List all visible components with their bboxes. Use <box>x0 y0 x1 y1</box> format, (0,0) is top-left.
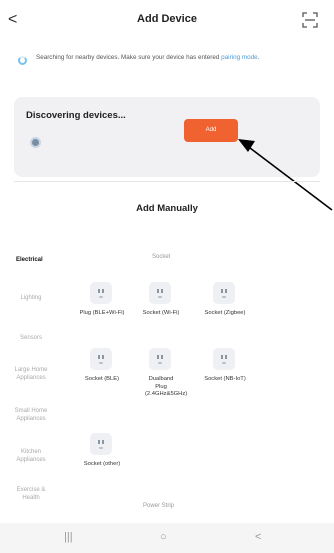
recents-button[interactable]: ||| <box>64 531 73 543</box>
discovering-title: Discovering devices... <box>26 110 126 121</box>
socket-icon <box>213 348 235 370</box>
home-button[interactable]: ○ <box>160 531 167 543</box>
socket-icon <box>90 282 112 304</box>
socket-icon <box>149 348 171 370</box>
scan-icon[interactable] <box>302 12 318 28</box>
device-dualband-plug[interactable]: Dualband Plug (2.4GHz&5GHz) <box>131 348 191 418</box>
device-socket-ble[interactable]: Socket (BLE) <box>72 348 132 418</box>
category-exercise-health[interactable]: Exercise & Health <box>9 486 53 502</box>
divider <box>14 181 320 182</box>
add-button[interactable]: Add <box>184 119 238 142</box>
device-name: Socket (Wi-Fi) <box>142 310 180 316</box>
search-status-suffix: . <box>257 54 260 61</box>
device-socket-nb-iot[interactable]: Socket (NB-IoT) <box>195 348 255 418</box>
category-kitchen-appliances[interactable]: Kitchen Appliances <box>9 448 53 464</box>
device-name: Plug (BLE+Wi-Fi) <box>79 310 125 316</box>
search-status-message: Searching for nearby devices. Make sure … <box>36 54 222 61</box>
add-manually-title: Add Manually <box>136 203 198 214</box>
socket-icon <box>213 282 235 304</box>
category-sensors[interactable]: Sensors <box>0 334 62 342</box>
header-bar: < Add Device <box>0 0 334 40</box>
category-large-home-appliances[interactable]: Large Home Appliances <box>7 366 55 382</box>
subcategory-socket-label: Socket <box>152 254 171 260</box>
device-name: Socket (other) <box>83 461 121 467</box>
pairing-mode-link[interactable]: pairing mode <box>221 54 257 61</box>
subcategory-power-strip-label: Power Strip <box>143 503 175 509</box>
device-socket-zigbee[interactable]: Socket (Zigbee) <box>195 282 255 352</box>
category-lighting[interactable]: Lighting <box>0 294 62 302</box>
system-nav-bar: ||| ○ < <box>0 523 334 553</box>
search-status: Searching for nearby devices. Make sure … <box>14 52 324 84</box>
device-socket-wifi[interactable]: Socket (Wi-Fi) <box>131 282 191 352</box>
socket-icon <box>90 348 112 370</box>
category-electrical[interactable]: Electrical <box>0 256 62 264</box>
device-socket-other[interactable]: Socket (other) <box>72 433 132 503</box>
socket-icon <box>149 282 171 304</box>
category-sidebar: Electrical Lighting Sensors Large Home A… <box>0 246 62 511</box>
device-name: Dualband Plug (2.4GHz&5GHz) <box>145 376 188 397</box>
discovering-card: Discovering devices... Add <box>14 97 320 177</box>
socket-icon <box>90 433 112 455</box>
page-title: Add Device <box>137 13 197 25</box>
device-name: Socket (Zigbee) <box>204 310 246 316</box>
loading-spinner-icon <box>18 56 27 65</box>
category-small-home-appliances[interactable]: Small Home Appliances <box>7 407 55 423</box>
search-status-text: Searching for nearby devices. Make sure … <box>36 52 326 64</box>
nav-back-button[interactable]: < <box>255 531 261 543</box>
device-plug-ble-wifi[interactable]: Plug (BLE+Wi-Fi) <box>72 282 132 352</box>
discovered-device-icon[interactable] <box>30 137 41 148</box>
device-name: Socket (BLE) <box>84 376 120 382</box>
device-name: Socket (NB-IoT) <box>204 376 246 382</box>
